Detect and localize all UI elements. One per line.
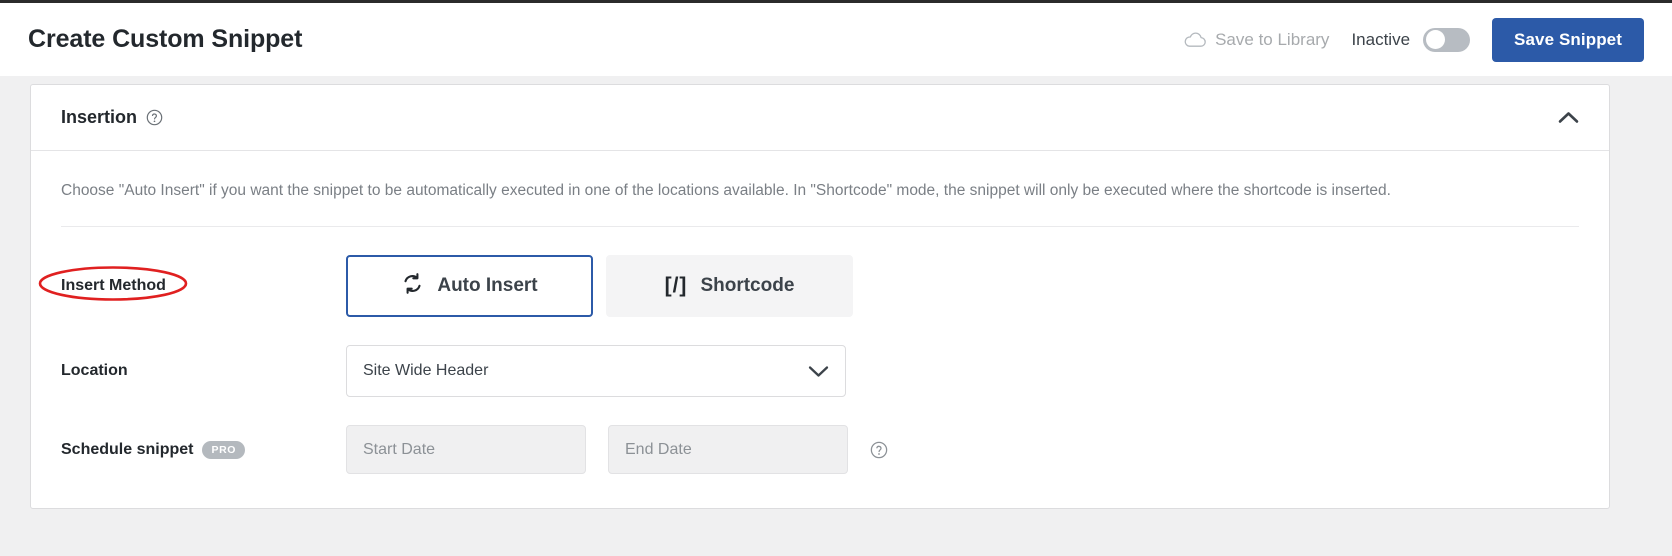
question-circle-icon[interactable] — [146, 109, 163, 126]
insertion-panel-header[interactable]: Insertion — [31, 85, 1609, 151]
chevron-down-icon — [808, 365, 829, 378]
shortcode-option[interactable]: [/] Shortcode — [606, 255, 853, 318]
insertion-panel-title: Insertion — [61, 107, 138, 127]
sync-arrows-icon — [401, 272, 424, 301]
toggle-knob — [1426, 30, 1446, 49]
insertion-description: Choose "Auto Insert" if you want the sni… — [61, 179, 1579, 228]
schedule-snippet-label-wrap: Schedule snippet PRO — [61, 440, 346, 459]
cloud-icon — [1184, 32, 1206, 48]
end-date-input[interactable] — [608, 425, 848, 475]
status-label: Inactive — [1351, 29, 1411, 49]
save-to-library-button[interactable]: Save to Library — [1184, 30, 1329, 50]
save-snippet-button[interactable]: Save Snippet — [1492, 17, 1644, 62]
shortcode-label: Shortcode — [700, 275, 795, 297]
insertion-panel: Insertion Choose "Auto Insert" if you wa… — [30, 84, 1610, 510]
insert-method-options: Auto Insert [/] Shortcode — [346, 255, 853, 318]
active-status-toggle[interactable] — [1423, 27, 1471, 52]
content-area: Insertion Choose "Auto Insert" if you wa… — [0, 76, 1672, 510]
location-select[interactable]: Site Wide Header — [346, 345, 846, 398]
schedule-snippet-label: Schedule snippet — [61, 440, 194, 458]
auto-insert-label: Auto Insert — [437, 275, 538, 297]
start-date-input[interactable] — [346, 425, 586, 475]
location-row: Location Site Wide Header — [61, 345, 1579, 398]
insert-method-row: Insert Method Auto Insert [/] Shortcode — [38, 255, 1579, 318]
square-brackets-slash-icon: [/] — [664, 274, 688, 298]
pro-badge: PRO — [202, 440, 246, 459]
insert-method-label: Insert Method — [61, 277, 166, 295]
schedule-date-fields — [346, 425, 888, 475]
location-select-value: Site Wide Header — [363, 362, 489, 380]
insert-method-label-wrap: Insert Method — [38, 266, 346, 302]
auto-insert-option[interactable]: Auto Insert — [346, 255, 593, 318]
chevron-up-icon[interactable] — [1558, 111, 1579, 124]
save-to-library-label: Save to Library — [1215, 29, 1330, 49]
schedule-snippet-row: Schedule snippet PRO — [61, 425, 1579, 475]
page-title: Create Custom Snippet — [28, 25, 303, 53]
app-header: Create Custom Snippet Save to Library In… — [0, 0, 1672, 76]
location-label: Location — [61, 362, 128, 380]
question-circle-icon[interactable] — [870, 441, 888, 459]
insertion-panel-body: Choose "Auto Insert" if you want the sni… — [31, 151, 1609, 508]
header-actions: Save to Library Inactive Save Snippet — [1184, 17, 1644, 62]
